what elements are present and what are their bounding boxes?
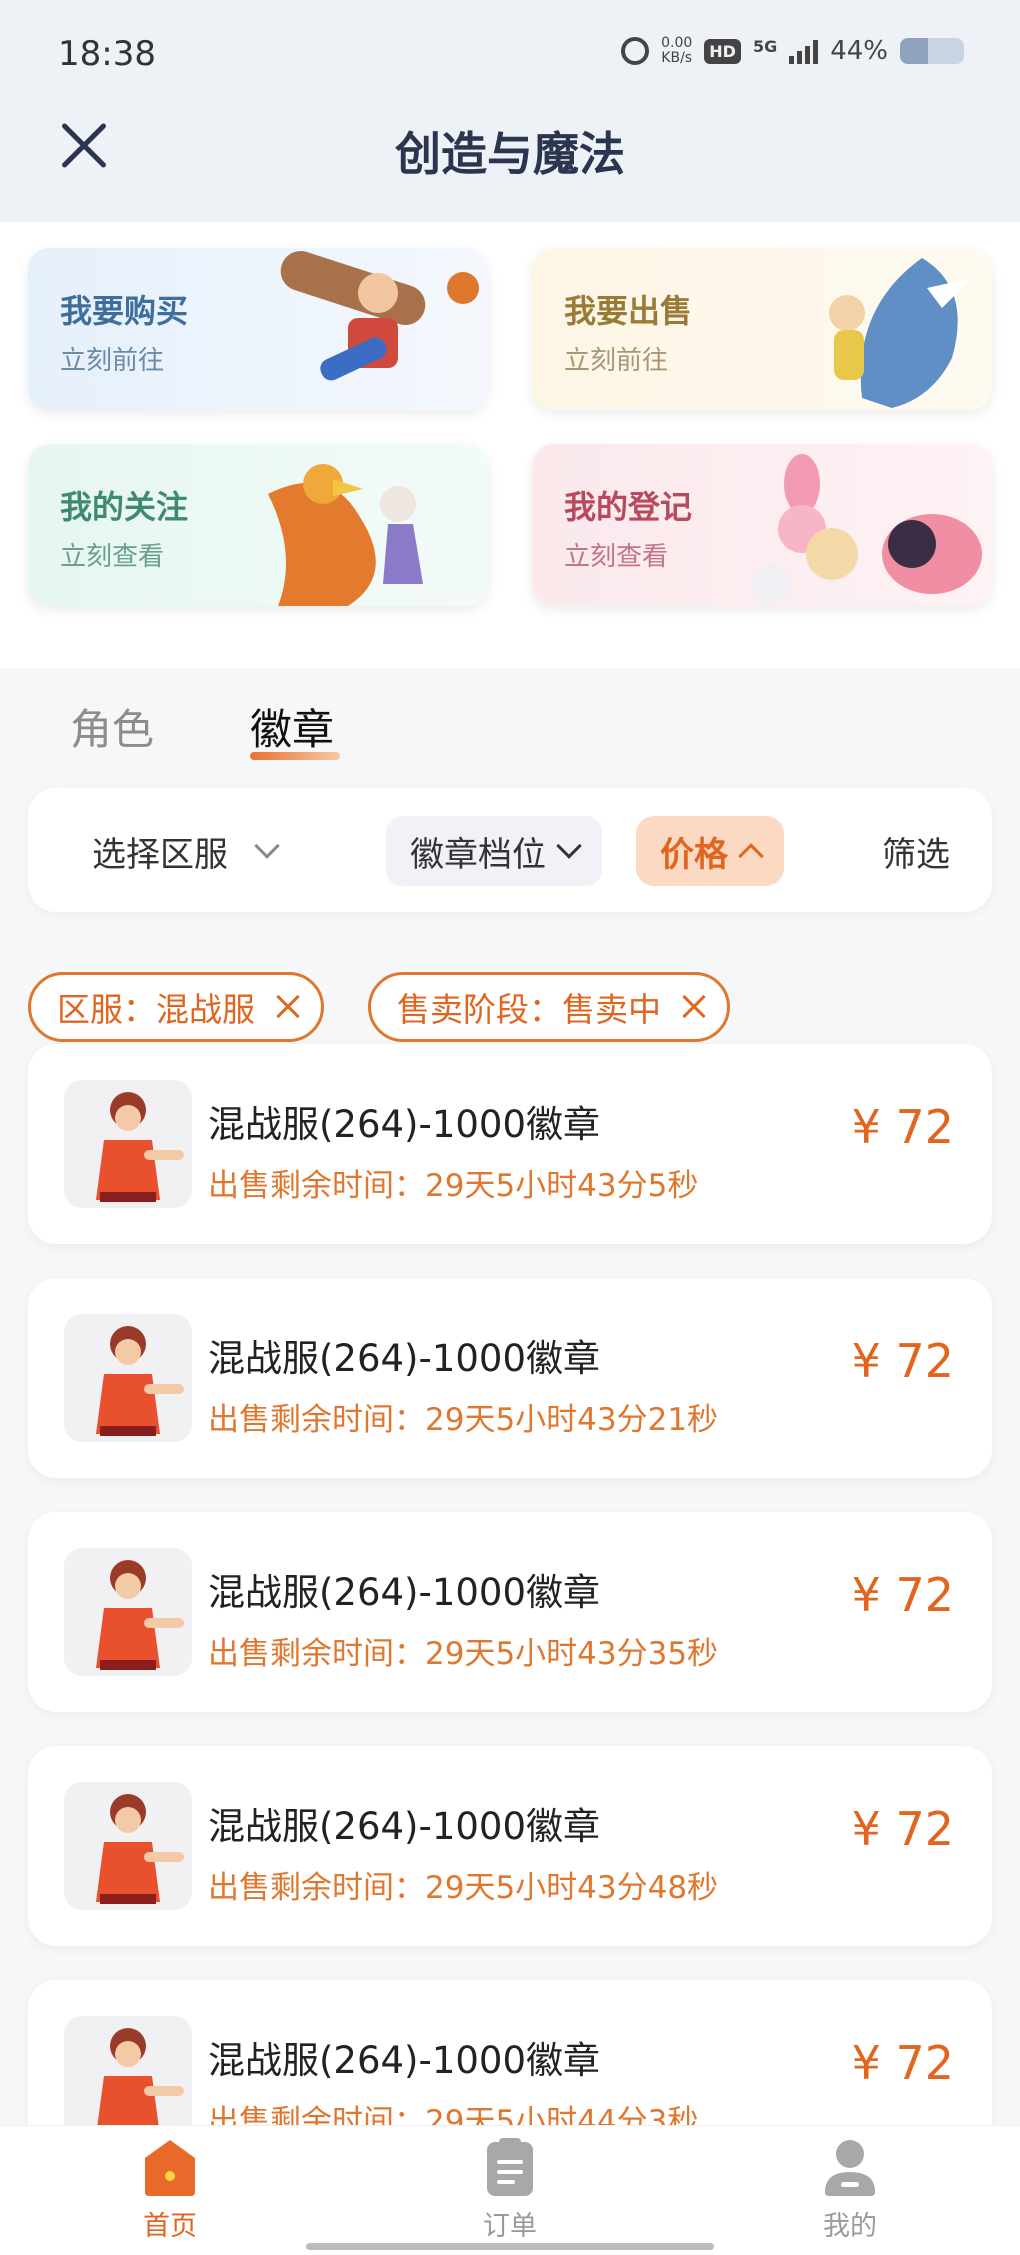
battery-percent: 44%: [830, 36, 888, 66]
server-select-label: 选择区服: [92, 834, 228, 875]
listing-remaining-time: 出售剩余时间：29天5小时43分21秒: [208, 1402, 719, 1438]
register-card-title: 我的登记: [564, 488, 693, 526]
buy-card[interactable]: 我要购买 立刻前往: [28, 248, 488, 410]
orders-icon: [487, 2138, 533, 2196]
price-sort-label: 价格: [660, 834, 728, 875]
listing-title: 混战服(264)-1000徽章: [208, 1805, 601, 1848]
price-sort[interactable]: 价格: [636, 816, 784, 886]
listing-thumbnail: [64, 2016, 192, 2125]
tier-select-label: 徽章档位: [410, 834, 546, 875]
remove-chip-icon[interactable]: [681, 994, 707, 1020]
listing-title: 混战服(264)-1000徽章: [208, 1571, 601, 1614]
listing-remaining-time: 出售剩余时间：29天5小时44分3秒: [208, 2104, 699, 2125]
status-time: 18:38: [58, 34, 156, 74]
listing-remaining-time: 出售剩余时间：29天5小时43分5秒: [208, 1168, 699, 1204]
follow-card-title: 我的关注: [60, 488, 189, 526]
buy-card-illustration: [280, 251, 479, 381]
nav-home-label: 首页: [143, 2211, 197, 2242]
listing-price: ¥ 72: [851, 1334, 954, 1388]
listing-thumbnail: [64, 1548, 192, 1676]
alarm-icon: [621, 37, 650, 65]
listing-thumbnail: [64, 1080, 192, 1208]
listing-price: ¥ 72: [851, 1568, 954, 1622]
chevron-up-icon: [738, 843, 764, 869]
home-indicator: [306, 2243, 714, 2250]
listing-item[interactable]: 混战服(264)-1000徽章 出售剩余时间：29天5小时44分3秒 ¥ 72: [28, 1980, 992, 2125]
listing-title: 混战服(264)-1000徽章: [208, 1337, 601, 1380]
status-icons: 0.00 KB/s HD 5G 44%: [621, 36, 964, 66]
tier-select[interactable]: 徽章档位: [386, 816, 602, 886]
listing-list: 混战服(264)-1000徽章 出售剩余时间：29天5小时43分5秒 ¥ 72 …: [0, 1040, 1020, 2125]
buy-card-title: 我要购买: [60, 292, 189, 330]
listing-remaining-time: 出售剩余时间：29天5小时43分48秒: [208, 1870, 719, 1906]
remove-chip-icon[interactable]: [275, 994, 301, 1020]
speed-value: 0.00: [661, 35, 693, 51]
signal-icon: [789, 38, 819, 64]
chip-sale-stage-label: 售卖阶段：售卖中: [397, 990, 661, 1029]
nav-mine[interactable]: 我的: [770, 2136, 930, 2243]
buy-card-subtitle: 立刻前往: [60, 346, 165, 376]
register-card[interactable]: 我的登记 立刻查看: [532, 444, 992, 606]
sell-card-title: 我要出售: [564, 292, 693, 330]
filter-button[interactable]: 筛选: [882, 816, 950, 886]
network-speed: 0.00 KB/s: [661, 36, 692, 66]
register-card-illustration: [752, 454, 982, 604]
speed-unit: KB/s: [661, 50, 693, 66]
home-icon: [145, 2140, 195, 2196]
nav-orders[interactable]: 订单: [430, 2136, 590, 2243]
chip-server[interactable]: 区服：混战服: [28, 972, 324, 1042]
network-label: 5G: [752, 36, 778, 56]
battery-icon: [900, 38, 964, 64]
follow-card-illustration: [268, 464, 423, 606]
chip-sale-stage[interactable]: 售卖阶段：售卖中: [368, 972, 730, 1042]
top-area: 18:38 0.00 KB/s HD 5G 44% 创造与魔法: [0, 0, 1020, 222]
listing-thumbnail: [64, 1782, 192, 1910]
listing-item[interactable]: 混战服(264)-1000徽章 出售剩余时间：29天5小时43分48秒 ¥ 72: [28, 1746, 992, 1946]
server-select[interactable]: 选择区服: [92, 816, 280, 886]
bottom-nav: 首页 订单 我的: [0, 2125, 1020, 2255]
chip-server-label: 区服：混战服: [57, 990, 255, 1029]
listing-price: ¥ 72: [851, 1802, 954, 1856]
sell-card-subtitle: 立刻前往: [564, 346, 669, 376]
nav-orders-label: 订单: [483, 2211, 537, 2242]
listing-remaining-time: 出售剩余时间：29天5小时43分35秒: [208, 1636, 719, 1672]
chevron-down-icon: [556, 833, 582, 859]
listing-price: ¥ 72: [851, 1100, 954, 1154]
nav-home[interactable]: 首页: [90, 2136, 250, 2243]
listing-thumbnail: [64, 1314, 192, 1442]
sell-card[interactable]: 我要出售 立刻前往: [532, 248, 992, 410]
listing-item[interactable]: 混战服(264)-1000徽章 出售剩余时间：29天5小时43分21秒 ¥ 72: [28, 1278, 992, 1478]
filter-bar: 选择区服 徽章档位 价格 筛选: [28, 788, 992, 912]
tab-badge[interactable]: 徽章: [250, 696, 334, 757]
active-tab-indicator: [250, 752, 340, 760]
follow-card-subtitle: 立刻查看: [60, 542, 165, 572]
listing-item[interactable]: 混战服(264)-1000徽章 出售剩余时间：29天5小时43分5秒 ¥ 72: [28, 1044, 992, 1244]
nav-mine-label: 我的: [823, 2211, 877, 2242]
quick-actions: 我要购买 立刻前往 我要出售 立刻前往 我的关注 立刻查看 我的登记 立刻查看: [0, 222, 1020, 668]
sell-card-illustration: [829, 258, 972, 408]
register-card-subtitle: 立刻查看: [564, 542, 669, 572]
profile-icon: [825, 2140, 875, 2196]
page-title: 创造与魔法: [395, 127, 625, 181]
listing-title: 混战服(264)-1000徽章: [208, 2039, 601, 2082]
chevron-down-icon: [254, 833, 280, 859]
listing-price: ¥ 72: [851, 2036, 954, 2090]
listing-item[interactable]: 混战服(264)-1000徽章 出售剩余时间：29天5小时43分35秒 ¥ 72: [28, 1512, 992, 1712]
hd-icon: HD: [704, 38, 741, 64]
listing-title: 混战服(264)-1000徽章: [208, 1103, 601, 1146]
tab-role[interactable]: 角色: [70, 696, 154, 757]
follow-card[interactable]: 我的关注 立刻查看: [28, 444, 488, 606]
